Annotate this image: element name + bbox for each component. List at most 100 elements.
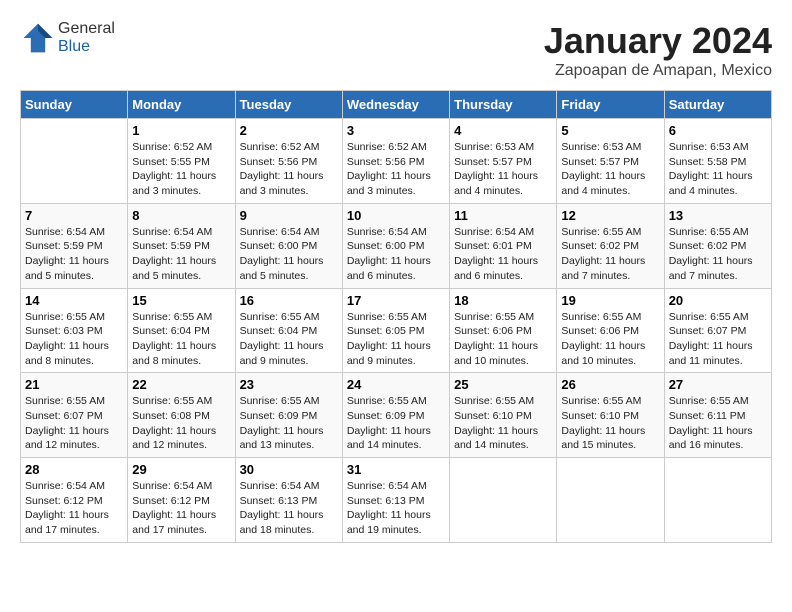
calendar-day-cell: 31 Sunrise: 6:54 AMSunset: 6:13 PMDayligh… [342,458,449,543]
day-number: 18 [454,293,552,308]
day-info: Sunrise: 6:55 AMSunset: 6:10 PMDaylight:… [561,394,659,453]
day-info: Sunrise: 6:55 AMSunset: 6:03 PMDaylight:… [25,310,123,369]
day-number: 16 [240,293,338,308]
day-info: Sunrise: 6:55 AMSunset: 6:05 PMDaylight:… [347,310,445,369]
logo-text: General Blue [58,20,115,56]
calendar-day-cell: 21 Sunrise: 6:55 AMSunset: 6:07 PMDayligh… [21,373,128,458]
day-number: 5 [561,123,659,138]
calendar-day-cell: 25 Sunrise: 6:55 AMSunset: 6:10 PMDayligh… [450,373,557,458]
day-info: Sunrise: 6:55 AMSunset: 6:06 PMDaylight:… [454,310,552,369]
calendar-day-cell: 24 Sunrise: 6:55 AMSunset: 6:09 PMDayligh… [342,373,449,458]
day-info: Sunrise: 6:53 AMSunset: 5:57 PMDaylight:… [454,140,552,199]
calendar-day-cell: 29 Sunrise: 6:54 AMSunset: 6:12 PMDayligh… [128,458,235,543]
day-number: 7 [25,208,123,223]
calendar-day-cell: 27 Sunrise: 6:55 AMSunset: 6:11 PMDayligh… [664,373,771,458]
calendar-day-cell: 20 Sunrise: 6:55 AMSunset: 6:07 PMDayligh… [664,288,771,373]
empty-day-cell [557,458,664,543]
day-number: 11 [454,208,552,223]
calendar-day-cell: 7 Sunrise: 6:54 AMSunset: 5:59 PMDaylight… [21,203,128,288]
title-block: January 2024 Zapoapan de Amapan, Mexico [544,20,772,80]
day-number: 24 [347,377,445,392]
calendar-day-cell: 14 Sunrise: 6:55 AMSunset: 6:03 PMDayligh… [21,288,128,373]
calendar-day-cell: 16 Sunrise: 6:55 AMSunset: 6:04 PMDayligh… [235,288,342,373]
day-number: 15 [132,293,230,308]
day-info: Sunrise: 6:53 AMSunset: 5:57 PMDaylight:… [561,140,659,199]
calendar-week-row: 1 Sunrise: 6:52 AMSunset: 5:55 PMDaylight… [21,119,772,204]
day-info: Sunrise: 6:55 AMSunset: 6:04 PMDaylight:… [240,310,338,369]
calendar-day-cell: 1 Sunrise: 6:52 AMSunset: 5:55 PMDaylight… [128,119,235,204]
calendar-day-cell: 19 Sunrise: 6:55 AMSunset: 6:06 PMDayligh… [557,288,664,373]
day-info: Sunrise: 6:52 AMSunset: 5:56 PMDaylight:… [347,140,445,199]
calendar-day-cell: 18 Sunrise: 6:55 AMSunset: 6:06 PMDayligh… [450,288,557,373]
day-number: 26 [561,377,659,392]
calendar-week-row: 28Sunrise: 6:54 AMSunset: 6:12 PMDayligh… [21,458,772,543]
calendar-day-cell: 8Sunrise: 6:54 AMSunset: 5:59 PMDaylight… [128,203,235,288]
day-number: 21 [25,377,123,392]
day-number: 20 [669,293,767,308]
day-number: 9 [240,208,338,223]
day-number: 12 [561,208,659,223]
day-number: 4 [454,123,552,138]
day-info: Sunrise: 6:54 AMSunset: 6:13 PMDaylight:… [347,479,445,538]
col-header-tuesday: Tuesday [235,91,342,119]
day-info: Sunrise: 6:54 AMSunset: 6:12 PMDaylight:… [132,479,230,538]
day-info: Sunrise: 6:55 AMSunset: 6:06 PMDaylight:… [561,310,659,369]
calendar-day-cell: 30Sunrise: 6:54 AMSunset: 6:13 PMDayligh… [235,458,342,543]
calendar-week-row: 14 Sunrise: 6:55 AMSunset: 6:03 PMDayligh… [21,288,772,373]
calendar-day-cell: 10 Sunrise: 6:54 AMSunset: 6:00 PMDayligh… [342,203,449,288]
day-info: Sunrise: 6:55 AMSunset: 6:09 PMDaylight:… [240,394,338,453]
day-info: Sunrise: 6:55 AMSunset: 6:07 PMDaylight:… [669,310,767,369]
calendar-day-cell: 26 Sunrise: 6:55 AMSunset: 6:10 PMDayligh… [557,373,664,458]
day-number: 27 [669,377,767,392]
day-info: Sunrise: 6:55 AMSunset: 6:02 PMDaylight:… [669,225,767,284]
calendar-day-cell: 2Sunrise: 6:52 AMSunset: 5:56 PMDaylight… [235,119,342,204]
day-number: 29 [132,462,230,477]
calendar-week-row: 21 Sunrise: 6:55 AMSunset: 6:07 PMDayligh… [21,373,772,458]
day-info: Sunrise: 6:54 AMSunset: 6:12 PMDaylight:… [25,479,123,538]
day-info: Sunrise: 6:55 AMSunset: 6:11 PMDaylight:… [669,394,767,453]
day-info: Sunrise: 6:55 AMSunset: 6:09 PMDaylight:… [347,394,445,453]
col-header-monday: Monday [128,91,235,119]
empty-day-cell [450,458,557,543]
day-number: 13 [669,208,767,223]
logo-icon [20,20,56,56]
calendar-day-cell: 13 Sunrise: 6:55 AMSunset: 6:02 PMDayligh… [664,203,771,288]
calendar-table: SundayMondayTuesdayWednesdayThursdayFrid… [20,90,772,543]
col-header-friday: Friday [557,91,664,119]
day-number: 14 [25,293,123,308]
logo: General Blue [20,20,115,56]
day-info: Sunrise: 6:53 AMSunset: 5:58 PMDaylight:… [669,140,767,199]
day-info: Sunrise: 6:55 AMSunset: 6:04 PMDaylight:… [132,310,230,369]
day-number: 6 [669,123,767,138]
day-info: Sunrise: 6:54 AMSunset: 5:59 PMDaylight:… [25,225,123,284]
day-number: 2 [240,123,338,138]
day-number: 19 [561,293,659,308]
col-header-thursday: Thursday [450,91,557,119]
day-number: 8 [132,208,230,223]
day-info: Sunrise: 6:54 AMSunset: 6:01 PMDaylight:… [454,225,552,284]
calendar-day-cell: 23Sunrise: 6:55 AMSunset: 6:09 PMDayligh… [235,373,342,458]
location: Zapoapan de Amapan, Mexico [544,62,772,80]
day-info: Sunrise: 6:54 AMSunset: 6:00 PMDaylight:… [240,225,338,284]
calendar-day-cell: 5 Sunrise: 6:53 AMSunset: 5:57 PMDaylight… [557,119,664,204]
day-info: Sunrise: 6:54 AMSunset: 6:00 PMDaylight:… [347,225,445,284]
calendar-day-cell: 6 Sunrise: 6:53 AMSunset: 5:58 PMDaylight… [664,119,771,204]
day-info: Sunrise: 6:55 AMSunset: 6:08 PMDaylight:… [132,394,230,453]
calendar-day-cell: 28Sunrise: 6:54 AMSunset: 6:12 PMDayligh… [21,458,128,543]
month-title: January 2024 [544,20,772,62]
day-number: 31 [347,462,445,477]
day-number: 1 [132,123,230,138]
day-number: 10 [347,208,445,223]
calendar-day-cell: 12Sunrise: 6:55 AMSunset: 6:02 PMDayligh… [557,203,664,288]
day-number: 17 [347,293,445,308]
day-info: Sunrise: 6:55 AMSunset: 6:10 PMDaylight:… [454,394,552,453]
col-header-sunday: Sunday [21,91,128,119]
day-info: Sunrise: 6:52 AMSunset: 5:55 PMDaylight:… [132,140,230,199]
calendar-day-cell: 15 Sunrise: 6:55 AMSunset: 6:04 PMDayligh… [128,288,235,373]
day-info: Sunrise: 6:55 AMSunset: 6:07 PMDaylight:… [25,394,123,453]
calendar-day-cell: 17 Sunrise: 6:55 AMSunset: 6:05 PMDayligh… [342,288,449,373]
day-number: 25 [454,377,552,392]
empty-day-cell [21,119,128,204]
day-info: Sunrise: 6:54 AMSunset: 6:13 PMDaylight:… [240,479,338,538]
day-number: 3 [347,123,445,138]
